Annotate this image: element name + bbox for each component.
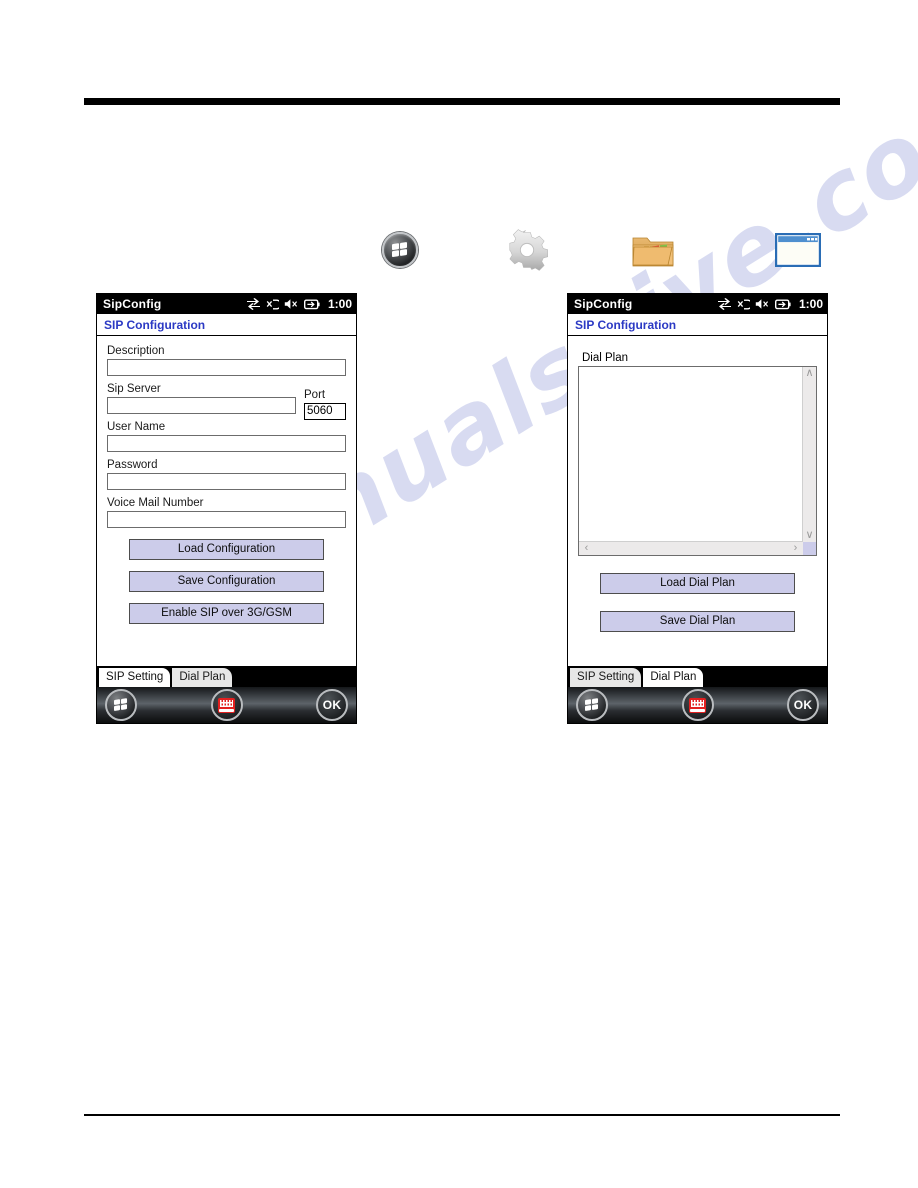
enable-sip-over-3g-gsm-button[interactable]: Enable SIP over 3G/GSM [129, 603, 324, 624]
load-configuration-button[interactable]: Load Configuration [129, 539, 324, 560]
taskbar-ok-button[interactable]: OK [787, 689, 819, 721]
file-explorer-folder-icon [627, 224, 679, 276]
scroll-up-arrow-icon[interactable]: ∧ [803, 368, 816, 379]
taskbar-ok-button[interactable]: OK [316, 689, 348, 721]
tab-sip-setting[interactable]: SIP Setting [570, 668, 642, 687]
horizontal-scrollbar[interactable]: ‹ › [579, 541, 803, 555]
dial-plan-textarea[interactable]: ∧ ∨ ‹ › [578, 366, 817, 556]
battery-icon [774, 299, 791, 310]
voice-mail-number-input[interactable] [107, 511, 346, 528]
device-screenshot-sip-setting: SipConfig 1:00 SIP Configuration Descrip… [96, 293, 357, 724]
taskbar-keyboard-button[interactable] [210, 689, 243, 721]
taskbar-keyboard-button[interactable] [681, 689, 714, 721]
sip-setting-form: Description Sip Server Port 5060 User Na… [97, 336, 356, 666]
titlebar: SipConfig 1:00 [568, 294, 827, 314]
password-input[interactable] [107, 473, 346, 490]
dial-plan-textarea-field[interactable] [579, 367, 803, 542]
port-label: Port [304, 389, 326, 401]
taskbar: OK [568, 687, 827, 723]
tab-sip-setting[interactable]: SIP Setting [99, 668, 171, 687]
scroll-down-arrow-icon[interactable]: ∨ [803, 530, 816, 541]
battery-icon [303, 299, 320, 310]
voice-mail-number-label: Voice Mail Number [107, 497, 204, 509]
sip-server-port-row: Sip Server Port 5060 [107, 382, 346, 420]
device-screenshot-dial-plan: SipConfig 1:00 SIP Configuration Dial Pl… [567, 293, 828, 724]
network-arrows-icon [246, 298, 261, 310]
status-clock: 1:00 [327, 297, 352, 311]
icon-strip [370, 224, 830, 276]
page-title: SIP Configuration [575, 317, 677, 332]
settings-gear-icon [501, 224, 553, 276]
save-configuration-button[interactable]: Save Configuration [129, 571, 324, 592]
speaker-muted-icon [284, 298, 299, 310]
dial-plan-label: Dial Plan [582, 352, 629, 364]
signal-antenna-icon [266, 298, 279, 311]
scrollbar-corner [803, 542, 816, 555]
sip-server-label: Sip Server [107, 383, 161, 395]
page-bottom-rule [84, 1114, 840, 1116]
status-icons: 1:00 [717, 297, 823, 311]
description-label: Description [107, 345, 165, 357]
taskbar-start-button[interactable] [105, 689, 137, 721]
speaker-muted-icon [755, 298, 770, 310]
tab-bar: SIP Setting Dial Plan [568, 666, 827, 687]
load-dial-plan-button[interactable]: Load Dial Plan [600, 573, 795, 594]
titlebar: SipConfig 1:00 [97, 294, 356, 314]
page-top-rule [84, 98, 840, 105]
taskbar-start-button[interactable] [576, 689, 608, 721]
tab-bar: SIP Setting Dial Plan [97, 666, 356, 687]
port-input[interactable]: 5060 [304, 403, 346, 420]
network-arrows-icon [717, 298, 732, 310]
page-title-band: SIP Configuration [568, 314, 827, 336]
scroll-right-arrow-icon[interactable]: › [789, 543, 802, 554]
user-name-label: User Name [107, 421, 166, 433]
app-title: SipConfig [574, 297, 633, 311]
page-title: SIP Configuration [104, 317, 206, 332]
sip-server-input[interactable] [107, 397, 296, 414]
tab-dial-plan[interactable]: Dial Plan [643, 668, 704, 687]
status-clock: 1:00 [798, 297, 823, 311]
signal-antenna-icon [737, 298, 750, 311]
scroll-left-arrow-icon[interactable]: ‹ [580, 543, 593, 554]
app-title: SipConfig [103, 297, 162, 311]
save-dial-plan-button[interactable]: Save Dial Plan [600, 611, 795, 632]
taskbar: OK [97, 687, 356, 723]
tab-dial-plan[interactable]: Dial Plan [172, 668, 233, 687]
user-name-input[interactable] [107, 435, 346, 452]
status-icons: 1:00 [246, 297, 352, 311]
blank-window-icon [772, 224, 824, 276]
vertical-scrollbar[interactable]: ∧ ∨ [802, 367, 816, 542]
password-label: Password [107, 459, 158, 471]
dial-plan-form: Dial Plan ∧ ∨ ‹ › Load Dial Plan Save Di… [568, 336, 827, 666]
description-input[interactable] [107, 359, 346, 376]
windows-start-orb-icon [374, 224, 426, 276]
page-title-band: SIP Configuration [97, 314, 356, 336]
